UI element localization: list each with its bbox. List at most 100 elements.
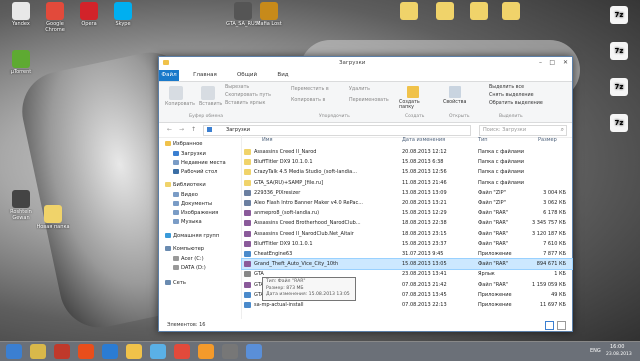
desktop-icon[interactable]: Opera (72, 2, 106, 27)
properties-button[interactable]: Свойства (443, 100, 466, 105)
back-icon[interactable]: ← (167, 126, 172, 133)
desktop-icon[interactable] (494, 2, 528, 21)
desktop-icon[interactable]: Новая папка (36, 205, 70, 230)
clock-date[interactable]: 23.08.2013 (606, 352, 632, 357)
file-row[interactable]: Assassins Creed Brotherhood_NarodClub...… (242, 218, 572, 228)
file-date: 15.08.2013 13:05 (402, 261, 447, 268)
new-folder-icon[interactable] (407, 86, 419, 98)
properties-icon[interactable] (449, 86, 461, 98)
tab-view[interactable]: Вид (275, 70, 291, 81)
nav-item[interactable]: Сеть (165, 280, 186, 286)
tab-share[interactable]: Общий доступ (227, 70, 267, 89)
file-row[interactable]: anmepro8_(soft-landia.ru) 15.08.2013 12:2… (242, 208, 572, 218)
rename-button[interactable]: Переименовать (349, 98, 389, 103)
taskbar-app-icon[interactable] (54, 344, 70, 359)
up-icon[interactable]: ↑ (191, 126, 196, 133)
column-size[interactable]: Размер (538, 137, 557, 143)
copy-button[interactable]: Копировать (165, 102, 195, 107)
taskbar-app-icon[interactable] (150, 344, 166, 359)
file-row[interactable]: BluffTitler DX9 10.1.0.1 15.08.2013 6:38 П… (242, 157, 572, 167)
maximize-icon[interactable]: □ (549, 59, 555, 66)
taskbar-app-icon[interactable] (78, 344, 94, 359)
desktop-icon[interactable] (462, 2, 496, 21)
file-row[interactable]: sa-mp-actual-install 07.08.2013 22:13 Прил… (242, 300, 572, 310)
nav-item[interactable]: Музыка (173, 219, 202, 225)
column-type[interactable]: Тип (478, 137, 488, 143)
desktop-icon[interactable]: Yandex (4, 2, 38, 27)
cut-button[interactable]: Вырезать (225, 85, 249, 90)
nav-item[interactable]: Компьютер (165, 246, 204, 252)
desktop-icon[interactable]: Roshtein Gewan (4, 190, 38, 221)
title-bar[interactable]: Загрузки – □ ✕ (159, 57, 572, 70)
nav-item[interactable]: Изображения (173, 210, 218, 216)
delete-button[interactable]: Удалить (349, 87, 370, 92)
tiles-view-icon[interactable] (557, 321, 566, 330)
taskbar-app-icon[interactable] (30, 344, 46, 359)
paste-shortcut-button[interactable]: Вставить ярлык (225, 101, 265, 106)
nav-icon (165, 233, 171, 238)
file-row[interactable]: Aleo Flash Intro Banner Maker v4.0 RePac… (242, 198, 572, 208)
archive-icon[interactable]: 7z (602, 6, 636, 25)
copy-icon[interactable] (169, 86, 183, 100)
desktop-icon[interactable]: µTorrent (4, 50, 38, 75)
nav-item[interactable]: Недавние места (173, 160, 226, 166)
archive-icon[interactable]: 7z (602, 78, 636, 97)
select-none-button[interactable]: Снять выделение (489, 93, 534, 98)
tab-home[interactable]: Главная (193, 70, 217, 81)
file-row[interactable]: Grand_Theft_Auto_Vice_City_10th 15.08.201… (241, 258, 573, 271)
taskbar-app-icon[interactable] (102, 344, 118, 359)
taskbar-app-icon[interactable] (198, 344, 214, 359)
archive-icon[interactable]: 7z (602, 42, 636, 61)
copy-to-button[interactable]: Копировать в (291, 98, 325, 103)
desktop-icon[interactable] (428, 2, 462, 21)
tab-file[interactable]: Файл (159, 70, 179, 81)
nav-item[interactable]: Домашняя групп (165, 233, 219, 239)
taskbar-app-icon[interactable] (126, 344, 142, 359)
taskbar-app-icon[interactable] (174, 344, 190, 359)
nav-item[interactable]: DATA (D:) (173, 265, 206, 271)
taskbar-app-icon[interactable] (222, 344, 238, 359)
nav-item-label: Сеть (173, 280, 186, 286)
invert-selection-button[interactable]: Обратить выделение (489, 101, 543, 106)
file-row[interactable]: CrazyTalk 4.5 Media Studio_(soft-landia.… (242, 167, 572, 177)
column-date[interactable]: Дата изменения (402, 137, 445, 143)
file-row[interactable]: Assassins Creed II_Narod 20.08.2013 12:12… (242, 147, 572, 157)
folder-icon (163, 60, 169, 65)
close-icon[interactable]: ✕ (563, 59, 568, 66)
paste-button[interactable]: Вставить (199, 102, 222, 107)
app-icon (12, 50, 30, 68)
archive-icon[interactable]: 7z (602, 114, 636, 133)
desktop-icon[interactable] (392, 2, 426, 21)
desktop-icon[interactable]: Mafia Lost (252, 2, 286, 27)
file-row[interactable]: GTA_SA(RU)+SAMP_[file.ru] 11.08.2013 21:4… (242, 178, 572, 188)
app-icon (234, 2, 252, 20)
file-row[interactable]: CheatEngine63 31.07.2013 9:45 Приложение 7 … (242, 249, 572, 259)
file-row[interactable]: BluffTitler DX9 10.1.0.1 15.08.2013 23:37… (242, 239, 572, 249)
select-all-button[interactable]: Выделить все (489, 85, 524, 90)
details-view-icon[interactable] (545, 321, 554, 330)
nav-item[interactable]: Видео (173, 192, 198, 198)
clock-time[interactable]: 16:00 (610, 344, 624, 350)
nav-item[interactable]: Библиотеки (165, 182, 206, 188)
nav-item[interactable]: Избранное (165, 141, 202, 147)
desktop-icon[interactable]: Google Chrome (38, 2, 72, 33)
file-row[interactable]: 229336_PIXresizer 13.08.2013 13:09 Файл "Z… (242, 188, 572, 198)
file-row[interactable]: Assassins Creed II_NarodClub.Net_Altair 1… (242, 229, 572, 239)
copy-path-button[interactable]: Скопировать путь (225, 93, 271, 98)
nav-item[interactable]: Загрузки (173, 151, 206, 157)
taskbar-app-icon[interactable] (6, 344, 22, 359)
nav-item[interactable]: Acer (C:) (173, 256, 204, 262)
move-to-button[interactable]: Переместить в (291, 87, 329, 92)
minimize-icon[interactable]: – (539, 59, 542, 66)
nav-item[interactable]: Рабочий стол (173, 169, 218, 175)
paste-icon[interactable] (201, 86, 215, 100)
column-name[interactable]: Имя (262, 137, 273, 143)
explorer-window[interactable]: Загрузки – □ ✕ Файл Главная Общий доступ… (158, 56, 573, 332)
desktop-icon[interactable]: Skype (106, 2, 140, 27)
taskbar-app-icon[interactable] (246, 344, 262, 359)
new-folder-button[interactable]: Создать папку (399, 100, 429, 110)
language-indicator[interactable]: ENG (590, 348, 601, 354)
forward-icon[interactable]: → (179, 126, 184, 133)
nav-item[interactable]: Документы (173, 201, 212, 207)
nav-item-label: Документы (181, 201, 213, 207)
